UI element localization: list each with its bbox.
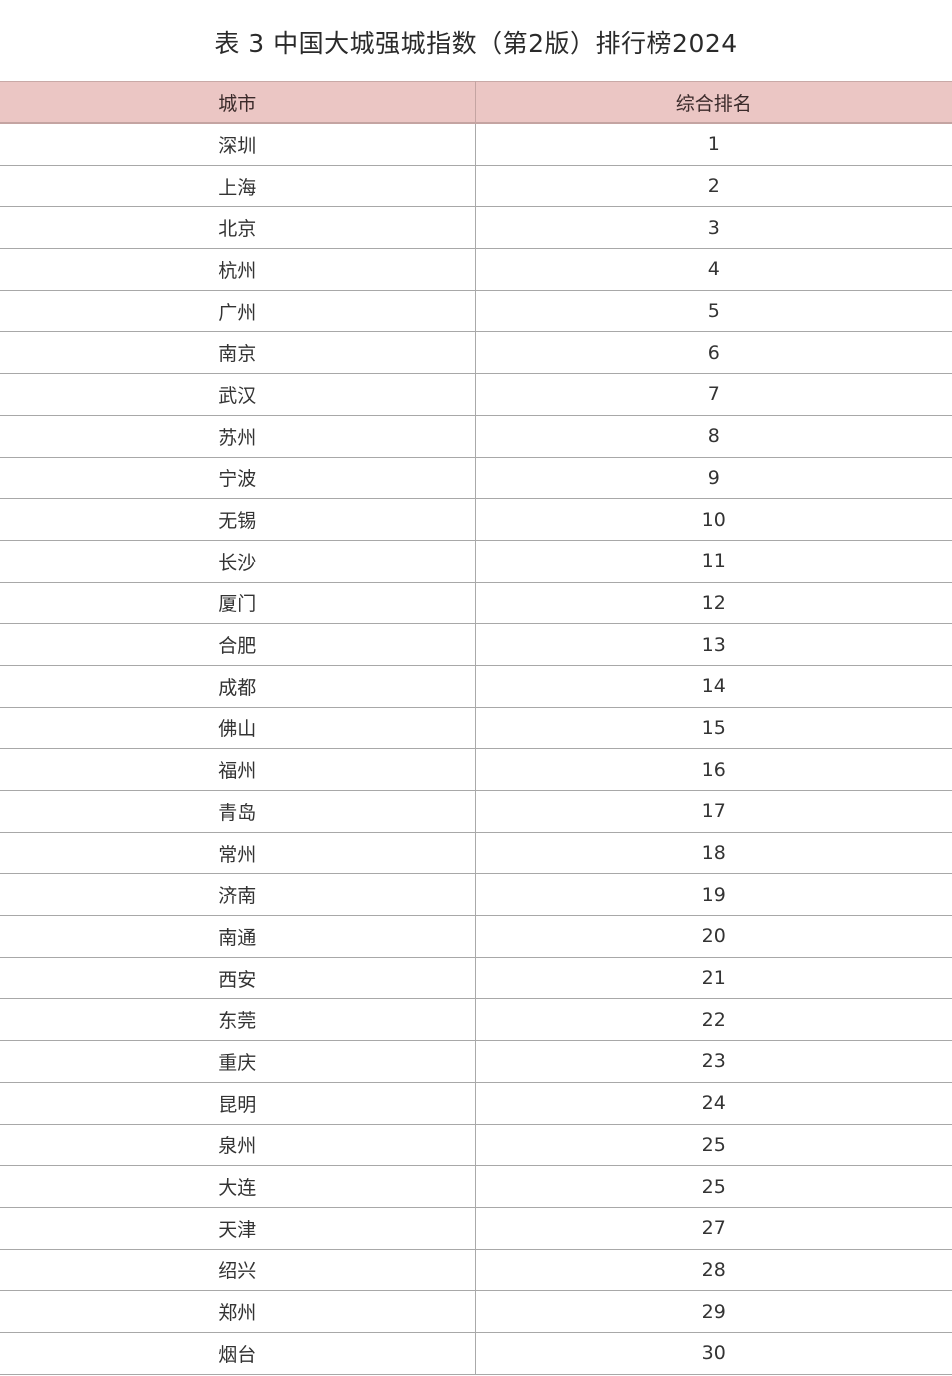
table-row: 厦门 12 <box>0 582 952 625</box>
table-row: 济南 19 <box>0 873 952 917</box>
table-row: 天津 27 <box>0 1207 952 1250</box>
column-header-rank: 综合排名 <box>475 81 952 124</box>
column-header-city: 城市 <box>0 81 476 124</box>
table-header-row: 城市 综合排名 <box>0 81 952 124</box>
rank-cell: 1 <box>475 123 952 166</box>
table-row: 上海 2 <box>0 165 952 208</box>
table-row: 无锡 10 <box>0 498 952 541</box>
rank-cell: 28 <box>475 1249 952 1292</box>
city-cell: 烟台 <box>0 1332 476 1375</box>
city-cell: 东莞 <box>0 998 476 1042</box>
rank-cell: 8 <box>475 415 952 458</box>
table-row: 南京 6 <box>0 331 952 375</box>
rank-cell: 3 <box>475 206 952 250</box>
city-cell: 杭州 <box>0 248 476 291</box>
rank-cell: 11 <box>475 540 952 583</box>
table-body: 深圳 1 上海 2 北京 3 杭州 4 广州 5 南京 6 武汉 7 苏州 8 宁波 9 无锡 10 长沙 11 厦门 12 合… <box>0 123 952 1375</box>
city-cell: 深圳 <box>0 123 476 166</box>
table-row: 南通 20 <box>0 915 952 958</box>
table-row: 西安 21 <box>0 957 952 1000</box>
city-cell: 成都 <box>0 665 476 708</box>
table-row: 杭州 4 <box>0 248 952 291</box>
rank-cell: 18 <box>475 832 952 875</box>
rank-cell: 24 <box>475 1082 952 1125</box>
rank-cell: 13 <box>475 623 952 666</box>
table-row: 成都 14 <box>0 665 952 708</box>
city-cell: 长沙 <box>0 540 476 583</box>
table-row: 深圳 1 <box>0 123 952 166</box>
table-row: 昆明 24 <box>0 1082 952 1125</box>
rank-cell: 25 <box>475 1165 952 1208</box>
rank-cell: 5 <box>475 290 952 333</box>
city-cell: 西安 <box>0 957 476 1000</box>
city-cell: 常州 <box>0 832 476 875</box>
rank-cell: 21 <box>475 957 952 1000</box>
rank-cell: 29 <box>475 1290 952 1333</box>
table-row: 长沙 11 <box>0 540 952 583</box>
city-cell: 昆明 <box>0 1082 476 1125</box>
city-cell: 广州 <box>0 290 476 333</box>
rank-cell: 23 <box>475 1040 952 1083</box>
rank-cell: 10 <box>475 498 952 541</box>
city-cell: 南京 <box>0 331 476 375</box>
table-row: 福州 16 <box>0 748 952 791</box>
city-cell: 武汉 <box>0 373 476 416</box>
city-cell: 重庆 <box>0 1040 476 1083</box>
table-row: 东莞 22 <box>0 998 952 1042</box>
rank-cell: 27 <box>475 1207 952 1250</box>
rank-cell: 4 <box>475 248 952 291</box>
rank-cell: 15 <box>475 707 952 750</box>
table-row: 绍兴 28 <box>0 1249 952 1292</box>
rank-cell: 25 <box>475 1124 952 1167</box>
table-row: 佛山 15 <box>0 707 952 750</box>
city-cell: 济南 <box>0 873 476 917</box>
rank-cell: 17 <box>475 790 952 833</box>
table-row: 青岛 17 <box>0 790 952 833</box>
rank-cell: 30 <box>475 1332 952 1375</box>
table-row: 常州 18 <box>0 832 952 875</box>
rank-cell: 16 <box>475 748 952 791</box>
city-cell: 厦门 <box>0 582 476 625</box>
city-cell: 青岛 <box>0 790 476 833</box>
rank-cell: 6 <box>475 331 952 375</box>
rank-cell: 12 <box>475 582 952 625</box>
table-row: 北京 3 <box>0 206 952 250</box>
table-row: 宁波 9 <box>0 457 952 500</box>
city-cell: 南通 <box>0 915 476 958</box>
city-cell: 北京 <box>0 206 476 250</box>
rank-cell: 9 <box>475 457 952 500</box>
rank-cell: 22 <box>475 998 952 1042</box>
city-cell: 福州 <box>0 748 476 791</box>
city-cell: 宁波 <box>0 457 476 500</box>
table-row: 广州 5 <box>0 290 952 333</box>
rank-cell: 20 <box>475 915 952 958</box>
city-cell: 天津 <box>0 1207 476 1250</box>
rank-cell: 19 <box>475 873 952 917</box>
table-row: 重庆 23 <box>0 1040 952 1083</box>
rank-cell: 7 <box>475 373 952 416</box>
city-cell: 绍兴 <box>0 1249 476 1292</box>
table-row: 苏州 8 <box>0 415 952 458</box>
city-cell: 上海 <box>0 165 476 208</box>
table-row: 大连 25 <box>0 1165 952 1208</box>
table-title: 表 3 中国大城强城指数（第2版）排行榜2024 <box>214 29 738 58</box>
table-row: 泉州 25 <box>0 1124 952 1167</box>
city-cell: 泉州 <box>0 1124 476 1167</box>
ranking-table: 城市 综合排名 深圳 1 上海 2 北京 3 杭州 4 广州 5 南京 6 武汉 7 苏州 8 宁波 9 无锡 10 长… <box>0 81 952 1375</box>
city-cell: 郑州 <box>0 1290 476 1333</box>
table-row: 武汉 7 <box>0 373 952 416</box>
table-row: 烟台 30 <box>0 1332 952 1375</box>
city-cell: 合肥 <box>0 623 476 666</box>
city-cell: 苏州 <box>0 415 476 458</box>
rank-cell: 14 <box>475 665 952 708</box>
rank-cell: 2 <box>475 165 952 208</box>
city-cell: 佛山 <box>0 707 476 750</box>
city-cell: 大连 <box>0 1165 476 1208</box>
table-row: 郑州 29 <box>0 1290 952 1333</box>
table-row: 合肥 13 <box>0 623 952 666</box>
city-cell: 无锡 <box>0 498 476 541</box>
